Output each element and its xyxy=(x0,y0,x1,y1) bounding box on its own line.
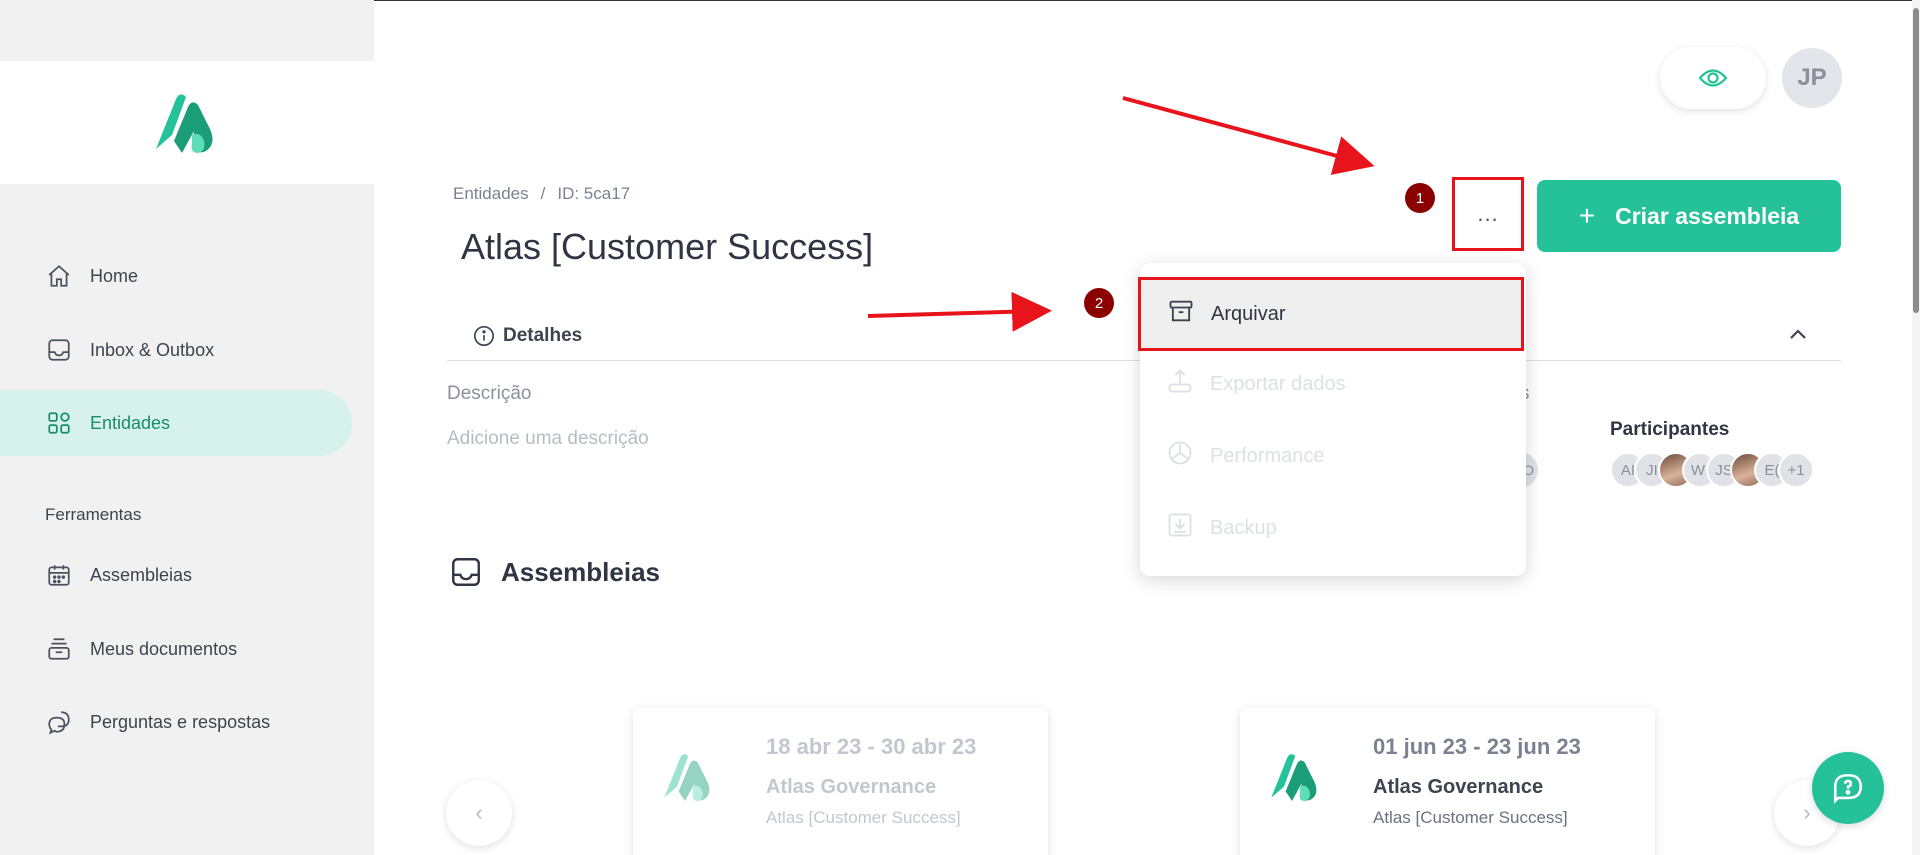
sidebar-item-entidades[interactable]: Entidades xyxy=(0,390,352,456)
description-label: Descrição xyxy=(447,383,532,404)
chat-icon xyxy=(45,708,73,736)
details-tab-label: Detalhes xyxy=(503,325,583,346)
carousel-prev-button[interactable]: ‹ xyxy=(446,780,512,846)
sidebar-item-label: Assembleias xyxy=(90,564,193,585)
info-icon xyxy=(474,326,494,346)
sidebar-item-perguntas[interactable]: Perguntas e respostas xyxy=(0,689,352,755)
participants-avatars[interactable]: AI JI WI JS E( +1 xyxy=(1610,452,1814,488)
inbox-icon xyxy=(45,336,73,364)
assembly-entity: Atlas [Customer Success] xyxy=(1373,808,1568,827)
create-assembly-button[interactable]: + Criar assembleia xyxy=(1537,180,1841,252)
details-tab[interactable]: Detalhes xyxy=(473,325,582,347)
more-options-button[interactable]: ... xyxy=(1452,177,1524,251)
arrow-to-more-button xyxy=(1122,96,1375,175)
assembleias-section-title: Assembleias xyxy=(449,555,660,589)
sidebar-item-assembleias[interactable]: Assembleias xyxy=(0,542,352,608)
help-chat-button[interactable] xyxy=(1812,752,1884,824)
scrollbar-thumb[interactable] xyxy=(1913,8,1919,313)
breadcrumb: Entidades / ID: 5ca17 xyxy=(453,184,630,204)
plus-icon: + xyxy=(1578,200,1596,231)
menu-item-exportar-dados[interactable]: Exportar dados xyxy=(1140,348,1526,420)
preview-toggle-button[interactable] xyxy=(1660,47,1766,109)
chart-pie-icon xyxy=(1166,439,1194,473)
menu-item-label: Exportar dados xyxy=(1210,372,1346,395)
assembly-card[interactable]: 01 jun 23 - 23 jun 23 Atlas Governance A… xyxy=(1240,708,1655,855)
brand-logo-icon xyxy=(664,754,710,801)
grid-icon xyxy=(45,409,73,437)
menu-item-performance[interactable]: Performance xyxy=(1140,420,1526,492)
help-icon xyxy=(1833,773,1863,804)
description-input[interactable]: Adicione uma descrição xyxy=(447,428,649,450)
breadcrumb-entidades[interactable]: Entidades xyxy=(453,184,529,204)
sidebar-item-label: Meus documentos xyxy=(90,638,238,659)
assembly-date-range: 18 abr 23 - 30 abr 23 xyxy=(766,734,977,759)
brand-logo-icon xyxy=(1271,754,1317,801)
sidebar-item-label: Inbox & Outbox xyxy=(90,339,215,360)
brand-logo-icon xyxy=(156,93,213,153)
menu-item-label: Arquivar xyxy=(1211,302,1286,325)
assembly-name: Atlas Governance xyxy=(766,776,937,798)
menu-item-arquivar[interactable]: Arquivar xyxy=(1138,277,1524,351)
sidebar-item-label: Perguntas e respostas xyxy=(90,711,271,732)
create-assembly-label: Criar assembleia xyxy=(1615,202,1800,229)
step-badge-1: 1 xyxy=(1405,183,1435,213)
home-icon xyxy=(45,262,73,290)
sidebar-item-meus-documentos[interactable]: Meus documentos xyxy=(0,616,352,682)
menu-item-backup[interactable]: Backup xyxy=(1140,492,1526,564)
sidebar-item-home[interactable]: Home xyxy=(0,243,352,309)
assembly-entity: Atlas [Customer Success] xyxy=(766,808,961,827)
sidebar: Home Inbox & Outbox Entidades Ferramenta… xyxy=(0,0,374,855)
download-icon xyxy=(1166,511,1194,545)
archive-icon xyxy=(1167,297,1195,331)
page-title: Atlas [Customer Success] xyxy=(461,226,874,267)
assembleias-title-text: Assembleias xyxy=(501,556,660,587)
breadcrumb-separator: / xyxy=(540,184,546,203)
menu-item-label: Performance xyxy=(1210,444,1325,467)
user-avatar[interactable]: JP xyxy=(1782,48,1842,108)
sidebar-item-label: Entidades xyxy=(90,412,171,433)
participants-more-count: +1 xyxy=(1778,452,1814,488)
menu-item-label: Backup xyxy=(1210,516,1277,539)
assembly-card[interactable]: 18 abr 23 - 30 abr 23 Atlas Governance A… xyxy=(633,708,1048,855)
export-icon xyxy=(1166,367,1194,401)
tools-section-label: Ferramentas xyxy=(45,505,142,524)
inbox-icon xyxy=(452,558,480,586)
breadcrumb-id: ID: 5ca17 xyxy=(557,184,631,203)
brand-logo[interactable] xyxy=(0,61,374,184)
documents-icon xyxy=(45,635,73,663)
chevron-up-icon[interactable] xyxy=(1789,323,1807,346)
more-options-dropdown: Arquivar Exportar dados Performance Back… xyxy=(1138,263,1526,576)
sidebar-item-inbox[interactable]: Inbox & Outbox xyxy=(0,317,352,383)
assembly-date-range: 01 jun 23 - 23 jun 23 xyxy=(1373,734,1581,759)
assembly-name: Atlas Governance xyxy=(1373,776,1544,798)
eye-icon xyxy=(1698,69,1728,87)
step-badge-2: 2 xyxy=(1084,288,1114,318)
participants-label: Participantes xyxy=(1610,419,1730,440)
sidebar-item-label: Home xyxy=(90,265,139,286)
calendar-icon xyxy=(45,561,73,589)
